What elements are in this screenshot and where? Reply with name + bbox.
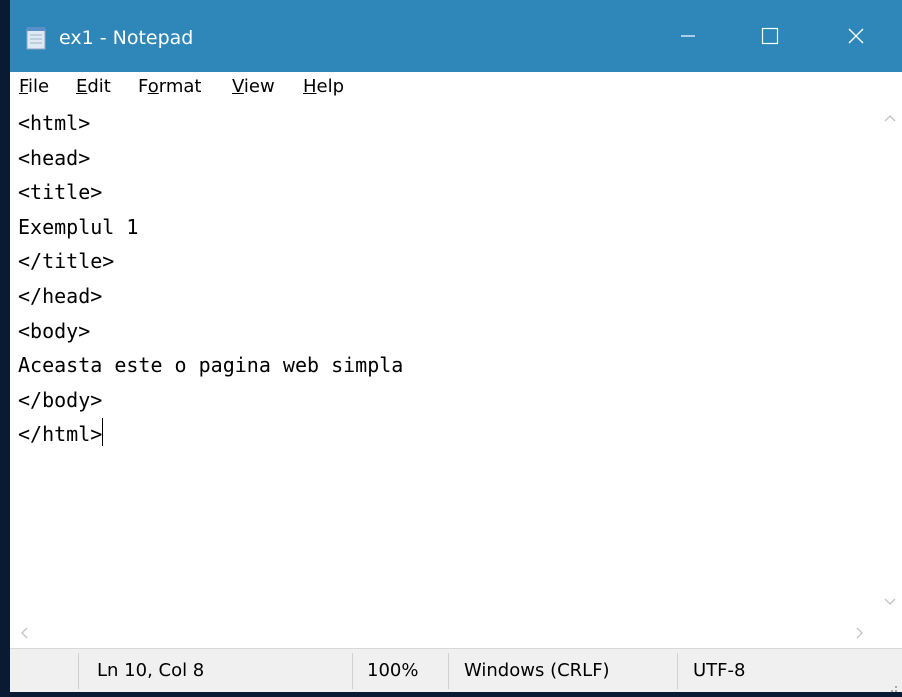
status-encoding: UTF-8 xyxy=(693,660,746,681)
editor-line: </html> xyxy=(18,422,103,447)
vertical-scrollbar[interactable] xyxy=(878,102,902,618)
scroll-left-icon[interactable] xyxy=(20,627,28,643)
menu-bar: File Edit Format View Help xyxy=(10,72,902,102)
status-bar: Ln 10, Col 8 100% Windows (CRLF) UTF-8 xyxy=(10,648,902,692)
scroll-right-icon[interactable] xyxy=(856,627,864,643)
close-icon xyxy=(848,28,864,44)
resize-grip-icon[interactable] xyxy=(884,678,898,692)
scrollbar-corner xyxy=(878,618,902,648)
text-caret xyxy=(102,418,104,447)
title-bar[interactable]: ex1 - Notepad xyxy=(10,0,902,72)
horizontal-scrollbar[interactable] xyxy=(10,618,878,648)
menu-help[interactable]: Help xyxy=(303,72,344,102)
scroll-up-icon[interactable] xyxy=(884,110,896,126)
editor-line: </body> xyxy=(18,387,103,412)
notepad-window: ex1 - Notepad File Edit Format View Help… xyxy=(10,0,902,692)
status-line-ending: Windows (CRLF) xyxy=(464,660,610,681)
status-zoom: 100% xyxy=(367,660,419,681)
editor-line: Exemplul 1 xyxy=(18,214,139,239)
close-button[interactable] xyxy=(824,0,888,72)
status-divider xyxy=(677,653,678,689)
status-divider xyxy=(448,653,449,689)
maximize-icon xyxy=(761,27,779,45)
editor-line: </head> xyxy=(18,283,103,308)
maximize-button[interactable] xyxy=(738,0,802,72)
status-divider xyxy=(352,653,353,689)
menu-view[interactable]: View xyxy=(232,72,275,102)
status-cursor-position: Ln 10, Col 8 xyxy=(97,660,205,681)
editor-line: <title> xyxy=(18,180,103,205)
editor-line: </title> xyxy=(18,249,115,274)
minimize-button[interactable] xyxy=(656,0,720,72)
text-editor[interactable]: <html> <head> <title> Exemplul 1 </title… xyxy=(10,102,878,618)
menu-format[interactable]: Format xyxy=(138,72,201,102)
menu-file[interactable]: File xyxy=(19,72,49,102)
editor-line: <head> xyxy=(18,145,91,170)
editor-line: <body> xyxy=(18,318,91,343)
editor-line: <html> xyxy=(18,111,91,135)
scroll-down-icon[interactable] xyxy=(884,594,896,610)
editor-line: Aceasta este o pagina web simpla xyxy=(18,353,404,378)
status-divider xyxy=(78,653,79,689)
notepad-icon xyxy=(26,26,46,50)
window-title: ex1 - Notepad xyxy=(59,27,194,49)
menu-edit[interactable]: Edit xyxy=(76,72,111,102)
minimize-icon xyxy=(681,35,695,37)
